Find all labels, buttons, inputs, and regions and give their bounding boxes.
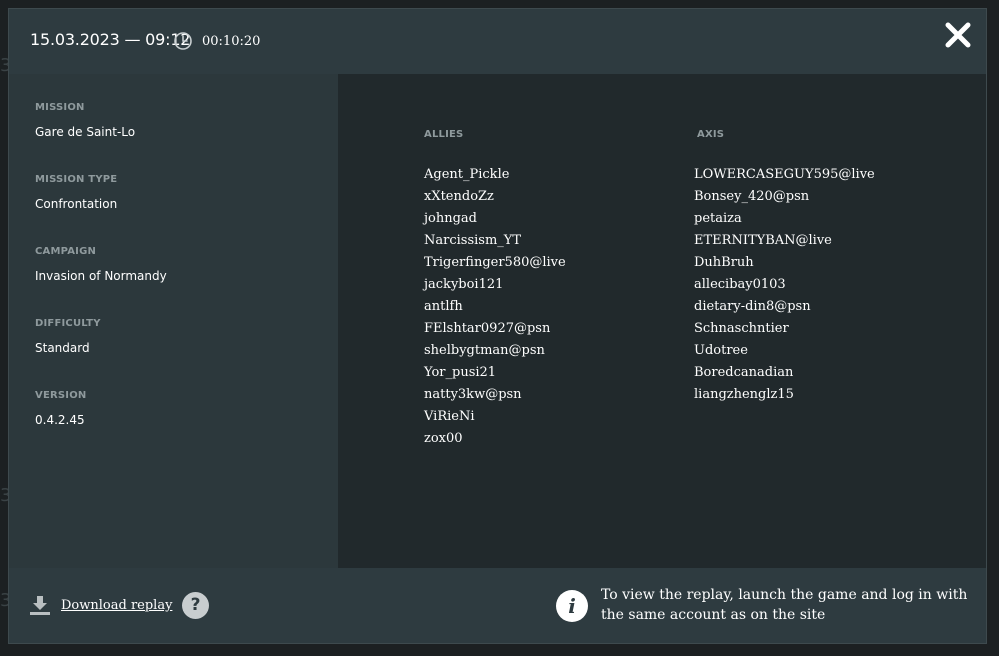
allies-player-item: FElshtar0927@psn (424, 321, 551, 336)
allies-player-item: Trigerfinger580@live (424, 255, 566, 270)
background-glyph: 3 (0, 55, 8, 76)
axis-title: AXIS (697, 129, 725, 140)
replay-instructions: To view the replay, launch the game and … (601, 587, 968, 623)
axis-player-item: dietary-din8@psn (694, 299, 811, 314)
axis-player-item: ETERNITYBAN@live (694, 233, 832, 248)
allies-player-item: shelbygtman@psn (424, 343, 545, 358)
allies-player-item: natty3kw@psn (424, 387, 522, 402)
allies-player-item: jackyboi121 (424, 277, 504, 292)
allies-player-item: Agent_Pickle (424, 167, 510, 182)
close-button[interactable] (942, 19, 974, 51)
axis-player-item: LOWERCASEGUY595@live (694, 167, 875, 182)
axis-player-item: petaiza (694, 211, 742, 226)
axis-player-item: allecibay0103 (694, 277, 786, 292)
allies-player-item: antlfh (424, 299, 463, 314)
campaign-value: Invasion of Normandy (35, 269, 167, 283)
mission-value: Gare de Saint-Lo (35, 125, 136, 139)
mission-type-value: Confrontation (35, 197, 118, 211)
axis-list: LOWERCASEGUY595@live Bonsey_420@psnpetaiz… (694, 164, 875, 406)
version-label: VERSION (35, 390, 87, 401)
modal-footer: Download replay ? i To view the replay, … (9, 568, 986, 643)
background-glyph: 3 (0, 590, 8, 611)
allies-title: ALLIES (424, 129, 464, 140)
axis-player-item: Boredcanadian (694, 365, 794, 380)
mission-type-block: MISSION TYPE Confrontation (35, 174, 117, 211)
mission-label: MISSION (35, 102, 85, 113)
info-icon: i (556, 590, 588, 622)
axis-player-item: Udotree (694, 343, 748, 358)
campaign-block: CAMPAIGN Invasion of Normandy (35, 246, 167, 283)
download-icon[interactable] (30, 595, 50, 615)
players-panel: ALLIES Agent_Pickle xXtendoZz johngad Narci… (338, 74, 986, 568)
allies-player-item: Narcissism_YT (424, 233, 522, 248)
clock-icon (173, 31, 193, 51)
mission-type-label: MISSION TYPE (35, 174, 118, 185)
close-icon[interactable] (942, 19, 974, 51)
allies-list: Agent_Pickle xXtendoZz johngad Narcissism_Y… (424, 164, 566, 450)
allies-player-item: xXtendoZz (424, 189, 494, 204)
axis-player-item: liangzhenglz15 (694, 387, 794, 402)
axis-player-item: Schnaschntier (694, 321, 789, 336)
match-datetime: 15.03.2023 — 09:12 (30, 30, 191, 49)
replay-modal: 15.03.2023 — 09:12 00:10:20 MISSION Gare… (9, 9, 986, 643)
difficulty-label: DIFFICULTY (35, 318, 101, 329)
modal-header: 15.03.2023 — 09:12 00:10:20 (9, 9, 986, 74)
axis-player-item: Bonsey_420@psn (694, 189, 810, 204)
allies-player-item: ViRieNi (424, 409, 475, 424)
allies-player-item: Yor_pusi21 (424, 365, 497, 380)
allies-player-item: zox00 (424, 431, 463, 446)
help-icon[interactable]: ? (182, 592, 209, 619)
campaign-label: CAMPAIGN (35, 246, 97, 257)
background-glyph: 3 (0, 485, 8, 506)
version-block: VERSION 0.4.2.45 (35, 390, 86, 427)
download-replay-link[interactable]: Download replay (61, 598, 172, 613)
mission-block: MISSION Gare de Saint-Lo (35, 102, 135, 139)
difficulty-block: DIFFICULTY Standard (35, 318, 101, 355)
difficulty-value: Standard (35, 341, 90, 355)
axis-player-item: DuhBruh (694, 255, 754, 270)
match-info-panel: MISSION Gare de Saint-Lo MISSION TYPE Co… (9, 74, 338, 568)
match-duration: 00:10:20 (202, 34, 261, 49)
allies-player-item: johngad (424, 211, 477, 226)
version-value: 0.4.2.45 (35, 413, 85, 427)
